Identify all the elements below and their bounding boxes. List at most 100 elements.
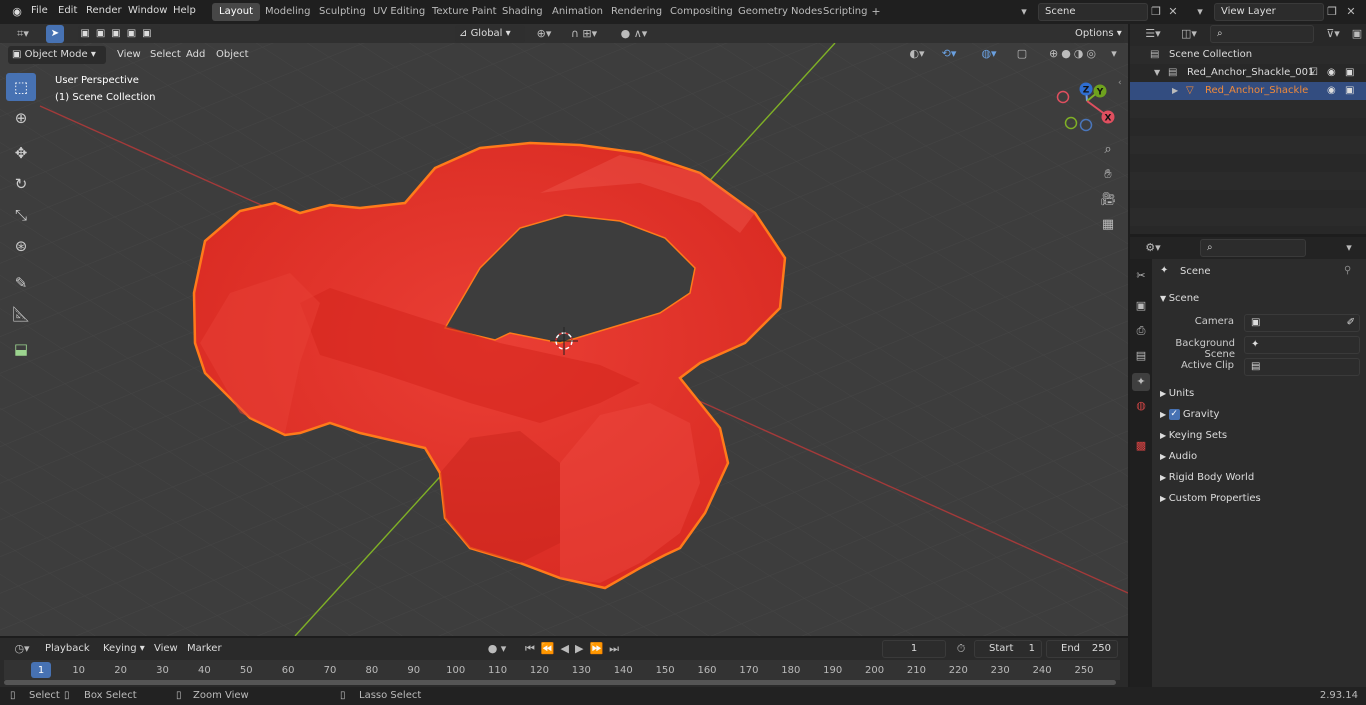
render-tab-icon[interactable]: ▣ [1132,297,1150,315]
3d-viewport[interactable]: Z Y X User Perspective (1) Scene Collect… [0,43,1128,636]
tab-geometry-nodes[interactable]: Geometry Nodes [731,3,829,21]
select-mode-icons[interactable]: ▣▣▣▣▣ [78,25,160,43]
output-tab-icon[interactable]: ⎙ [1132,322,1150,340]
camera-icon[interactable]: ▣ [1345,82,1354,100]
panel-audio[interactable]: ▶ Audio [1160,447,1366,467]
xray-icon[interactable]: ▢ [1014,45,1030,63]
viewport-menu-add[interactable]: Add [186,44,205,68]
scene-tab-icon[interactable]: ✦ [1132,373,1150,391]
active-clip-field[interactable]: ▤ [1244,358,1360,376]
options-dropdown[interactable]: Options ▾ [1070,25,1124,43]
select-tool-icon[interactable]: ➤ [46,25,64,43]
outliner-row-collection[interactable]: ▼ ▤ Red_Anchor_Shackle_001 ☑ ◉ ▣ [1130,64,1366,82]
close-icon[interactable]: ✕ [1165,3,1181,21]
properties-editor-type-icon[interactable]: ⚙▾ [1138,239,1168,257]
viewport-menu-object[interactable]: Object [216,44,249,68]
transform-orientation-dropdown[interactable]: ⊿ Global ▾ [455,25,525,43]
tab-sculpting[interactable]: Sculpting [312,3,373,21]
tab-compositing[interactable]: Compositing [663,3,740,21]
zoom-icon[interactable]: ⌕ [1098,141,1118,159]
select-box-tool-icon[interactable]: ⬚ [6,73,36,101]
visibility-icon[interactable]: ◐▾ [902,45,932,63]
eye-icon[interactable]: ◉ [1327,82,1336,100]
expand-arrow-icon[interactable]: ▼ [1154,64,1160,82]
eyedropper-icon[interactable]: ✐ [1347,315,1355,331]
new-view-layer-icon[interactable]: ❐ [1324,3,1340,21]
shading-mode-icons[interactable]: ⊕●◑◎ [1036,45,1112,63]
viewport-menu-view[interactable]: View [117,44,141,68]
viewport-canvas[interactable]: Z Y X [0,43,1128,636]
editor-type-icon[interactable]: ⌗▾ [8,25,38,43]
camera-field[interactable]: ▣ ✐ [1244,314,1360,332]
menu-render[interactable]: Render [86,0,122,24]
proportional-editing-icon[interactable]: ● ∧▾ [612,25,656,43]
tab-animation[interactable]: Animation [545,3,610,21]
panel-keying-sets[interactable]: ▶ Keying Sets [1160,426,1366,446]
menu-window[interactable]: Window [128,0,167,24]
annotate-tool-icon[interactable]: ✎ [6,269,36,297]
properties-search-input[interactable]: ⌕ [1200,239,1306,257]
sidebar-toggle-icon[interactable]: ‹ [1118,78,1122,88]
gravity-checkbox[interactable]: ✓ [1168,408,1180,420]
outliner-search-input[interactable]: ⌕ [1210,25,1314,43]
view-layer-tab-icon[interactable]: ▤ [1132,347,1150,365]
display-mode-icon[interactable]: ◫▾ [1174,25,1204,43]
pan-hand-icon[interactable]: ✋︎ [1098,166,1118,184]
timeline-view-menu[interactable]: View [154,638,178,662]
outliner-editor-type-icon[interactable]: ☰▾ [1138,25,1168,43]
gizmo-toggle-icon[interactable]: ⟲▾ [932,45,966,63]
menu-file[interactable]: File [31,0,48,24]
filter-icon[interactable]: ⊽▾ [1318,25,1348,43]
properties-options-icon[interactable]: ▾ [1342,239,1356,257]
background-scene-field[interactable]: ✦ [1244,336,1360,354]
camera-icon[interactable]: ▣ [1345,64,1354,82]
tab-layout[interactable]: Layout [212,3,260,21]
tab-rendering[interactable]: Rendering [604,3,669,21]
panel-custom-properties[interactable]: ▶ Custom Properties [1160,489,1366,509]
eye-icon[interactable]: ◉ [1327,64,1336,82]
timeline-marker-menu[interactable]: Marker [187,638,222,662]
add-workspace-icon[interactable]: + [868,3,884,21]
snap-icon[interactable]: ∩ ⊞▾ [562,25,606,43]
record-icon[interactable]: ● ▾ [480,640,514,658]
tab-texture-paint[interactable]: Texture Paint [425,3,504,21]
tab-modeling[interactable]: Modeling [258,3,318,21]
panel-rigid-body-world[interactable]: ▶ Rigid Body World [1160,468,1366,488]
viewport-menu-select[interactable]: Select [150,44,181,68]
new-scene-icon[interactable]: ❐ [1148,3,1164,21]
object-mode-dropdown[interactable]: ▣ Object Mode ▾ [8,46,106,64]
overlay-toggle-icon[interactable]: ◍▾ [972,45,1006,63]
world-tab-icon[interactable]: ◍ [1132,397,1150,415]
expand-arrow-icon[interactable]: ▶ [1172,82,1178,100]
view-layer-field[interactable]: View Layer [1214,3,1324,21]
rotate-tool-icon[interactable]: ↻ [6,170,36,198]
add-cube-tool-icon[interactable]: ⬓ [6,335,36,363]
scene-selector-icon[interactable]: ▾ [1012,3,1036,21]
panel-units[interactable]: ▶ Units [1160,384,1366,404]
tab-uv-editing[interactable]: UV Editing [366,3,432,21]
texture-tab-icon[interactable]: ▩ [1132,437,1150,455]
move-tool-icon[interactable]: ✥ [6,139,36,167]
panel-gravity[interactable]: ▶ ✓ Gravity [1160,405,1366,425]
start-frame-field[interactable]: Start 1 [974,640,1042,658]
scene-field[interactable]: Scene [1038,3,1148,21]
new-collection-icon[interactable]: ▣ [1350,25,1364,43]
scene-section-header[interactable]: ▼ Scene [1160,289,1360,309]
outliner-row-object[interactable]: ▶ ▽ Red_Anchor_Shackle ◉ ▣ [1130,82,1366,100]
blender-logo-icon[interactable]: ◉ [8,3,26,21]
stopwatch-icon[interactable]: ⏱ [952,640,970,658]
current-frame-field[interactable]: 1 [882,640,946,658]
view-layer-selector-icon[interactable]: ▾ [1188,3,1212,21]
scale-tool-icon[interactable]: ⤡ [6,201,36,229]
shading-dropdown-icon[interactable]: ▾ [1108,45,1120,63]
camera-view-icon[interactable]: 🎥︎ [1098,191,1118,209]
menu-edit[interactable]: Edit [58,0,77,24]
transform-tool-icon[interactable]: ⊛ [6,232,36,260]
timeline-scrollbar[interactable] [4,680,1116,685]
outliner-row-scene-collection[interactable]: ▤ Scene Collection [1130,46,1366,64]
close-icon[interactable]: ✕ [1343,3,1359,21]
pivot-point-icon[interactable]: ⊕▾ [530,25,558,43]
tab-shading[interactable]: Shading [495,3,550,21]
tool-tab-icon[interactable]: ✂ [1132,267,1150,285]
timeline-editor-type-icon[interactable]: ◷▾ [8,640,36,658]
